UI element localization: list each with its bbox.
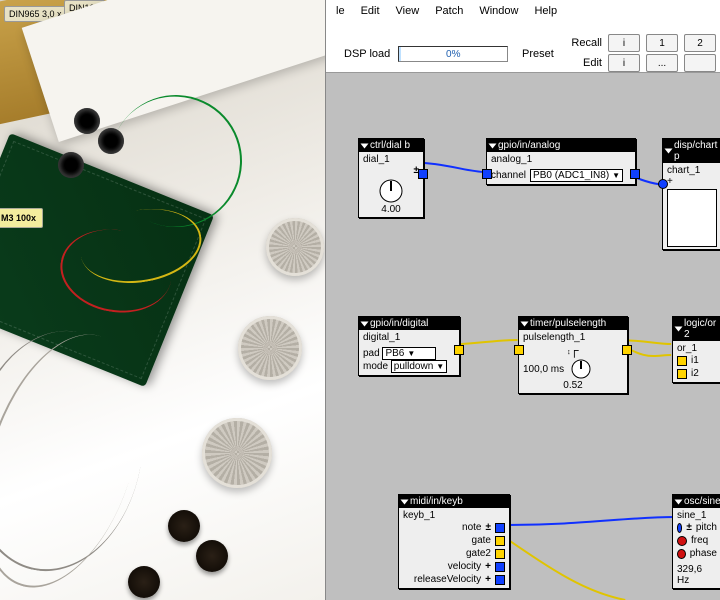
- dial-value: 4.00: [363, 204, 419, 215]
- pulse-time: 100,0 ms: [523, 364, 564, 375]
- node-dial[interactable]: ctrl/dial b dial_1 ± 4.00: [358, 138, 424, 218]
- node-instance-name: keyb_1: [403, 510, 505, 521]
- outlet-port[interactable]: [495, 536, 505, 546]
- collapse-icon[interactable]: [401, 499, 409, 504]
- outlet-port[interactable]: [495, 523, 505, 533]
- inlet-port[interactable]: [482, 169, 492, 179]
- outlet-port[interactable]: [630, 169, 640, 179]
- recall-button-2[interactable]: 2: [684, 34, 716, 52]
- dsp-load-label: DSP load: [344, 48, 390, 60]
- channel-label: channel: [491, 170, 526, 181]
- node-type-label: logic/or 2: [684, 318, 718, 340]
- outlet-port[interactable]: [622, 345, 632, 355]
- pad-label: pad: [363, 348, 380, 359]
- dial-knob-icon[interactable]: [570, 358, 592, 380]
- audio-jack: [74, 108, 100, 134]
- inlet-port[interactable]: [677, 536, 687, 546]
- mode-select[interactable]: pulldown: [391, 360, 447, 373]
- collapse-icon[interactable]: [665, 149, 673, 154]
- recall-button-1[interactable]: 1: [646, 34, 678, 52]
- recall-button-i[interactable]: i: [608, 34, 640, 52]
- inlet-port[interactable]: [677, 356, 687, 366]
- node-instance-name: sine_1: [677, 510, 717, 521]
- patcher-app: le Edit View Patch Window Help DSP load …: [325, 0, 720, 600]
- outlet-port[interactable]: [418, 169, 428, 179]
- outlet-port[interactable]: [454, 345, 464, 355]
- node-instance-name: chart_1: [667, 165, 717, 176]
- node-midi-keyb[interactable]: midi/in/keyb keyb_1 note ± gate gate2 ve…: [398, 494, 510, 589]
- channel-select[interactable]: PB0 (ADC1_IN8): [530, 169, 623, 182]
- outlet-port[interactable]: [495, 549, 505, 559]
- menu-view[interactable]: View: [390, 3, 426, 19]
- pad-select[interactable]: PB6: [382, 347, 436, 360]
- dial-knob-icon[interactable]: [378, 178, 404, 204]
- edit-button-blank[interactable]: [684, 54, 716, 72]
- rotary-knob: [238, 316, 302, 380]
- collapse-icon[interactable]: [521, 321, 529, 326]
- edit-button-more[interactable]: ...: [646, 54, 678, 72]
- rotary-knob: [266, 218, 324, 276]
- inlet-port[interactable]: [677, 523, 682, 533]
- collapse-icon[interactable]: [675, 499, 683, 504]
- menu-bar: le Edit View Patch Window Help: [326, 0, 720, 23]
- hardware-photo: DIN965 3,0 x 30 DIN127 3mm M3 100x: [0, 0, 325, 600]
- node-chart[interactable]: disp/chart p chart_1 +: [662, 138, 720, 250]
- node-instance-name: dial_1: [363, 154, 419, 165]
- collapse-icon[interactable]: [675, 327, 683, 332]
- toolbar: DSP load 0% Preset Recall i 1 2 Edit i .…: [326, 22, 720, 73]
- sine-freq-value: 329,6 Hz: [677, 564, 717, 586]
- node-instance-name: digital_1: [363, 332, 455, 343]
- node-osc-sine[interactable]: osc/sine sine_1 ±pitch freq phase 329,6 …: [672, 494, 720, 589]
- inlet-port[interactable]: [677, 549, 686, 559]
- patch-canvas[interactable]: ctrl/dial b dial_1 ± 4.00 gpio/in/analog…: [326, 72, 720, 600]
- inlet-port[interactable]: [658, 179, 668, 189]
- node-type-label: gpio/in/digital: [370, 318, 428, 329]
- node-type-label: gpio/in/analog: [498, 140, 560, 151]
- outlet-port[interactable]: [495, 575, 505, 585]
- menu-edit[interactable]: Edit: [355, 3, 386, 19]
- node-type-label: ctrl/dial b: [370, 140, 410, 151]
- node-type-label: osc/sine: [684, 496, 720, 507]
- small-knob: [196, 540, 228, 572]
- node-instance-name: or_1: [677, 343, 717, 354]
- menu-patch[interactable]: Patch: [429, 3, 469, 19]
- pulse-value: 0.52: [523, 380, 623, 391]
- node-instance-name: analog_1: [491, 154, 631, 165]
- collapse-icon[interactable]: [361, 143, 369, 148]
- outlet-port[interactable]: [495, 562, 505, 572]
- inlet-port[interactable]: [514, 345, 524, 355]
- mode-label: mode: [363, 361, 388, 372]
- node-pulselength[interactable]: timer/pulselength pulselength_1 ⨾┌ 100,0…: [518, 316, 628, 394]
- node-instance-name: pulselength_1: [523, 332, 623, 343]
- edit-button-i[interactable]: i: [608, 54, 640, 72]
- edit-label: Edit: [583, 57, 602, 69]
- rotary-knob: [202, 418, 272, 488]
- menu-help[interactable]: Help: [528, 3, 563, 19]
- collapse-icon[interactable]: [361, 321, 369, 326]
- node-type-label: disp/chart p: [674, 140, 718, 162]
- collapse-icon[interactable]: [489, 143, 497, 148]
- preset-label: Preset: [522, 48, 554, 60]
- chart-display: [667, 189, 717, 247]
- audio-jack: [58, 152, 84, 178]
- node-analog-in[interactable]: gpio/in/analog analog_1 channel PB0 (ADC…: [486, 138, 636, 185]
- menu-file[interactable]: le: [330, 3, 351, 19]
- menu-window[interactable]: Window: [473, 3, 524, 19]
- dsp-load-meter: 0%: [398, 46, 508, 62]
- small-knob: [168, 510, 200, 542]
- node-logic-or[interactable]: logic/or 2 or_1 i1 i2: [672, 316, 720, 383]
- inlet-port[interactable]: [677, 369, 687, 379]
- box-label-4: M3 100x: [0, 208, 43, 228]
- recall-label: Recall: [571, 37, 602, 49]
- small-knob: [128, 566, 160, 598]
- node-type-label: midi/in/keyb: [410, 496, 463, 507]
- node-digital-in[interactable]: gpio/in/digital digital_1 pad PB6 mode p…: [358, 316, 460, 376]
- node-type-label: timer/pulselength: [530, 318, 606, 329]
